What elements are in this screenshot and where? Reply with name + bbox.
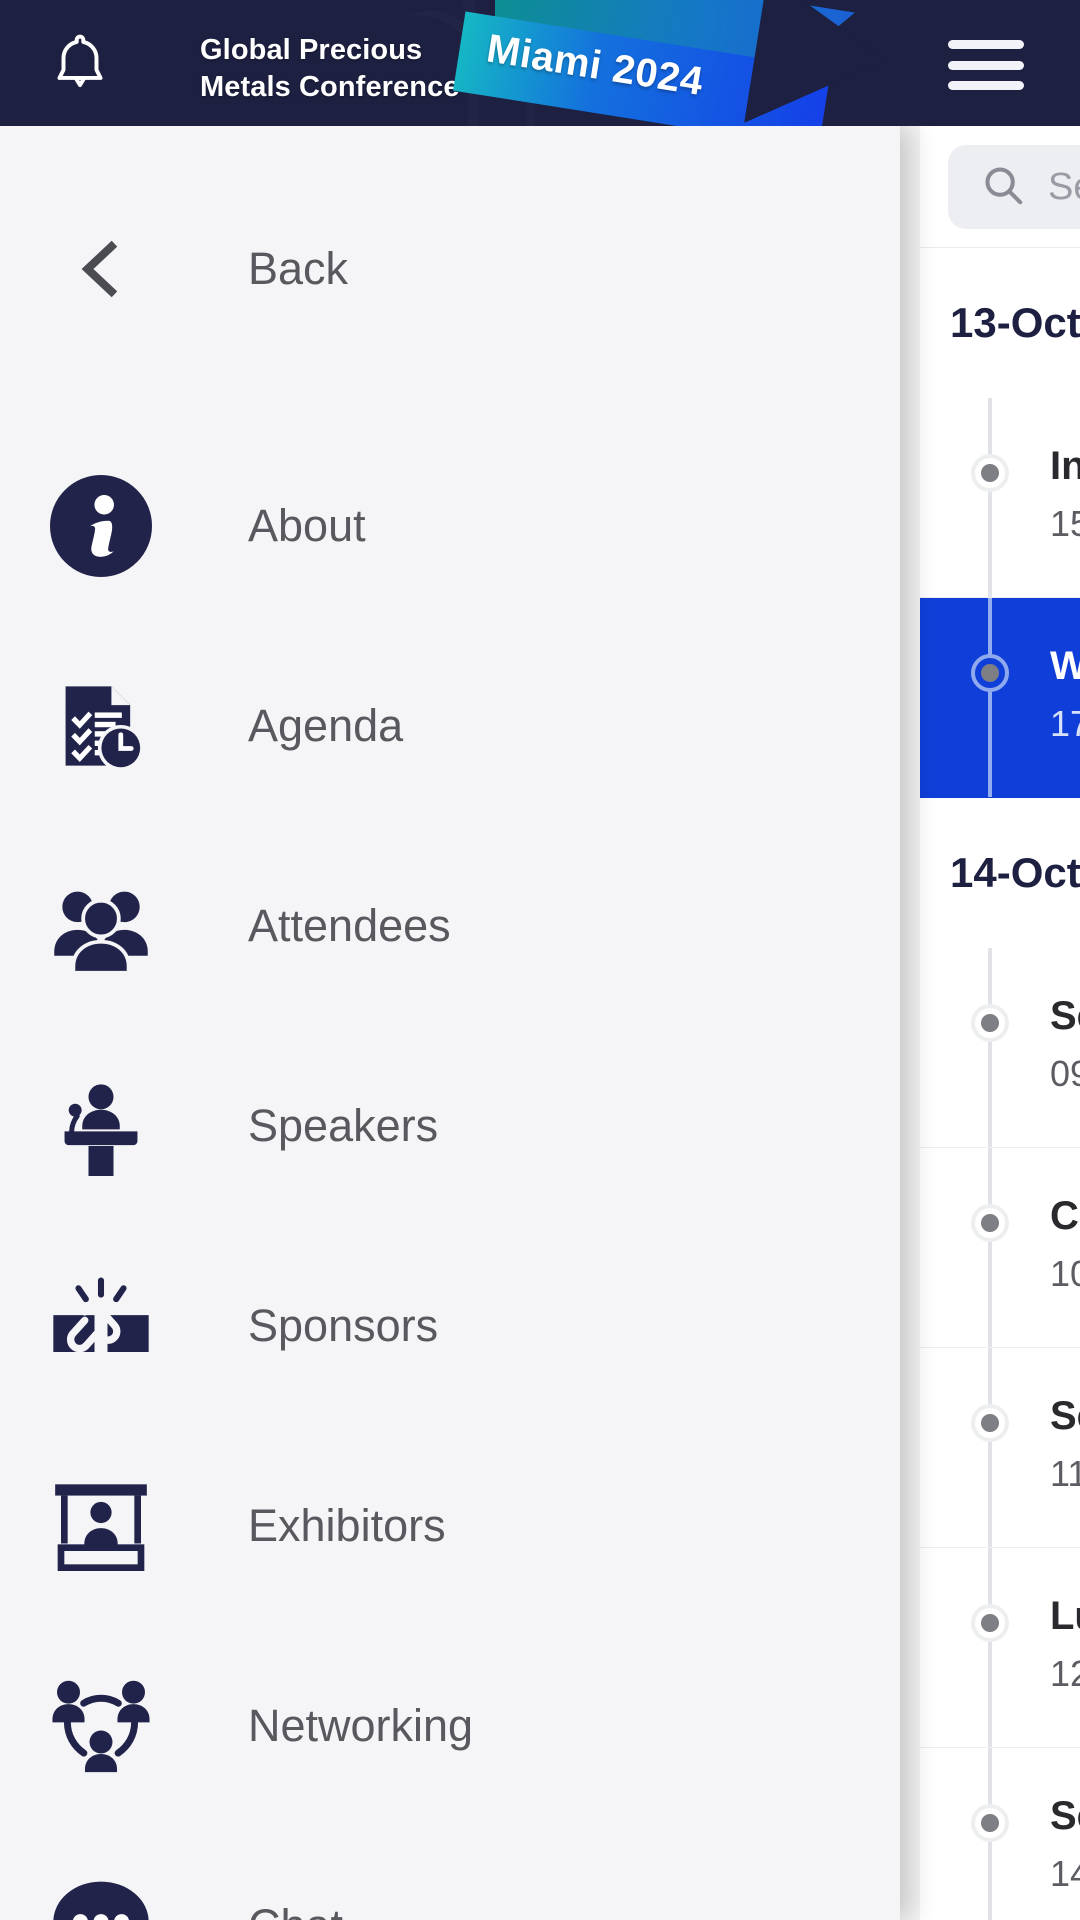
sidebar-item-label: Exhibitors — [248, 1500, 446, 1551]
timeline-dot-icon — [971, 1404, 1009, 1442]
session-time: 12:30 — [1050, 1653, 1080, 1694]
timeline-dot-icon — [971, 454, 1009, 492]
session-time: 09:00 — [1050, 1053, 1080, 1094]
network-people-icon — [46, 1671, 156, 1781]
timeline-line — [988, 1148, 992, 1347]
navigation-drawer: Back About Agenda Attendees Speakers Spo… — [0, 126, 900, 1920]
session-title: Session 1 — [1050, 994, 1080, 1038]
agenda-panel: Search 13-Oct Informal Networking 15:30 … — [920, 126, 1080, 1920]
timeline-line — [988, 948, 992, 1147]
chat-bubble-icon — [46, 1871, 156, 1920]
event-ribbon: Miami 2024 — [453, 0, 875, 126]
agenda-session-item-selected[interactable]: Welcome Reception 17:30 — [920, 598, 1080, 798]
timeline-dot-icon — [971, 1204, 1009, 1242]
sidebar-item-networking[interactable]: Networking — [0, 1626, 900, 1826]
timeline-dot-icon — [971, 1604, 1009, 1642]
sidebar-item-sponsors[interactable]: Sponsors — [0, 1226, 900, 1426]
agenda-session-item[interactable]: Lunch 12:30 — [920, 1548, 1080, 1748]
agenda-search-row: Search — [920, 126, 1080, 248]
info-circle-icon — [46, 471, 156, 581]
checklist-clock-icon — [46, 671, 156, 781]
sidebar-item-label: Attendees — [248, 900, 451, 951]
session-time: 11:30 — [1050, 1453, 1080, 1494]
timeline-line — [988, 598, 992, 797]
hamburger-menu-icon[interactable] — [948, 36, 1028, 94]
agenda-session-item[interactable]: Session 2 11:30 — [920, 1348, 1080, 1548]
session-title: Informal Networking — [1050, 444, 1080, 488]
session-time: 14:00 — [1050, 1853, 1080, 1894]
agenda-session-item[interactable]: Session 1 09:00 — [920, 948, 1080, 1148]
timeline-line — [988, 398, 992, 597]
notifications-button[interactable] — [42, 28, 118, 104]
sidebar-item-chat[interactable]: Chat — [0, 1826, 900, 1920]
sidebar-item-label: Sponsors — [248, 1300, 439, 1351]
handshake-icon — [46, 1271, 156, 1381]
session-time: 17:30 — [1050, 703, 1080, 744]
session-title: Welcome Reception — [1050, 644, 1080, 688]
session-time: 10:30 — [1050, 1253, 1080, 1294]
session-title: Coffee Break — [1050, 1194, 1080, 1238]
bell-icon — [49, 31, 111, 102]
sidebar-item-about[interactable]: About — [0, 426, 900, 626]
people-group-icon — [46, 871, 156, 981]
timeline-line — [988, 1348, 992, 1547]
search-icon — [980, 162, 1026, 213]
search-placeholder: Search — [1048, 165, 1080, 208]
podium-speaker-icon — [46, 1071, 156, 1181]
agenda-date-header: 13-Oct — [950, 299, 1080, 346]
agenda-date-header: 14-Oct — [950, 849, 1080, 896]
agenda-session-item[interactable]: Session 3 14:00 — [920, 1748, 1080, 1920]
agenda-session-item[interactable]: Coffee Break 10:30 — [920, 1148, 1080, 1348]
session-title: Lunch — [1050, 1594, 1080, 1638]
timeline-line — [988, 1548, 992, 1747]
sidebar-item-agenda[interactable]: Agenda — [0, 626, 900, 826]
timeline-dot-icon — [971, 1804, 1009, 1842]
timeline-dot-icon — [971, 654, 1009, 692]
sidebar-item-label: Back — [248, 243, 349, 294]
sidebar-item-label: Agenda — [248, 700, 404, 751]
search-input[interactable]: Search — [948, 145, 1080, 229]
sidebar-item-label: Networking — [248, 1700, 474, 1751]
chevron-left-icon — [46, 214, 156, 324]
sidebar-item-attendees[interactable]: Attendees — [0, 826, 900, 1026]
sidebar-item-label: Chat — [248, 1900, 343, 1920]
drawer-spacer — [0, 374, 900, 426]
agenda-session-item[interactable]: Informal Networking 15:30 — [920, 398, 1080, 598]
session-title: Session 2 — [1050, 1394, 1080, 1438]
sidebar-item-back[interactable]: Back — [0, 164, 900, 374]
sidebar-item-label: About — [248, 500, 366, 551]
session-title: Session 3 — [1050, 1794, 1080, 1838]
session-time: 15:30 — [1050, 503, 1080, 544]
sidebar-item-label: Speakers — [248, 1100, 439, 1151]
exhibition-booth-icon — [46, 1471, 156, 1581]
timeline-dot-icon — [971, 1004, 1009, 1042]
sidebar-item-exhibitors[interactable]: Exhibitors — [0, 1426, 900, 1626]
app-root: Search 13-Oct Informal Networking 15:30 … — [0, 0, 1080, 1920]
sidebar-item-speakers[interactable]: Speakers — [0, 1026, 900, 1226]
app-header: Global Precious Metals Conference Miami … — [0, 0, 1080, 126]
